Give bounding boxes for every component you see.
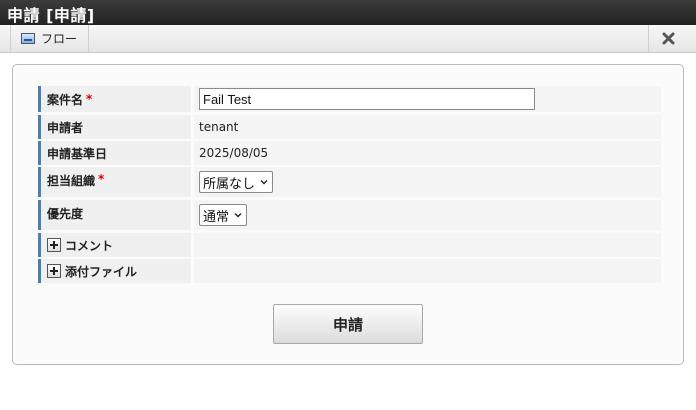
organization-label: 担当組織 * [38, 167, 191, 197]
base-date-label-text: 申請基準日 [47, 146, 108, 161]
flow-tab-label: フロー [41, 32, 78, 46]
flow-image-icon [21, 33, 35, 44]
window-title: 申請 [申請] [7, 6, 95, 25]
organization-selected: 所属なし [203, 176, 256, 192]
subject-input[interactable] [199, 88, 535, 110]
required-mark: * [98, 172, 105, 186]
form-row-subject: 案件名 * [38, 86, 662, 112]
comment-label-text: コメント [65, 238, 114, 253]
plus-icon [47, 238, 61, 252]
toolbar: フロー [0, 25, 696, 53]
window-titlebar: 申請 [申請] [0, 0, 696, 25]
required-mark: * [86, 92, 93, 106]
form-row-base-date: 申請基準日 2025/08/05 [38, 141, 662, 165]
subject-label-text: 案件名 [47, 92, 84, 107]
form-row-attachment: 添付ファイル [38, 259, 662, 283]
subject-value-cell [194, 86, 661, 112]
chevron-down-icon [234, 213, 242, 218]
organization-value-cell: 所属なし [194, 167, 661, 197]
applicant-label: 申請者 [38, 115, 191, 139]
close-x-icon [662, 32, 675, 45]
priority-selected: 通常 [203, 209, 230, 225]
priority-select[interactable]: 通常 [199, 204, 248, 226]
priority-value-cell: 通常 [194, 200, 661, 230]
form-row-organization: 担当組織 * 所属なし [38, 167, 662, 197]
chevron-down-icon [260, 180, 268, 185]
priority-label-text: 優先度 [47, 207, 84, 221]
comment-expander[interactable]: コメント [38, 233, 191, 257]
organization-label-text: 担当組織 [47, 174, 96, 188]
base-date-label: 申請基準日 [38, 141, 191, 165]
subject-label: 案件名 * [38, 86, 191, 112]
attachment-value-cell [194, 259, 661, 283]
attachment-expander[interactable]: 添付ファイル [38, 259, 191, 283]
close-button[interactable] [648, 25, 688, 52]
submit-button[interactable]: 申請 [273, 304, 423, 344]
flow-tab[interactable]: フロー [10, 25, 89, 52]
priority-label: 優先度 [38, 200, 191, 230]
attachment-label-text: 添付ファイル [65, 264, 138, 279]
applicant-label-text: 申請者 [47, 120, 84, 135]
form-row-comment: コメント [38, 233, 662, 257]
comment-value-cell [194, 233, 661, 257]
base-date-value: 2025/08/05 [194, 141, 661, 165]
organization-select[interactable]: 所属なし [199, 171, 274, 193]
form-row-priority: 優先度 通常 [38, 200, 662, 230]
form-table: 案件名 * 申請者 tenant 申請基準日 2025/08/05 担当組織 *… [38, 86, 662, 283]
plus-icon [47, 264, 61, 278]
form-row-applicant: 申請者 tenant [38, 115, 662, 139]
applicant-value: tenant [194, 115, 661, 139]
